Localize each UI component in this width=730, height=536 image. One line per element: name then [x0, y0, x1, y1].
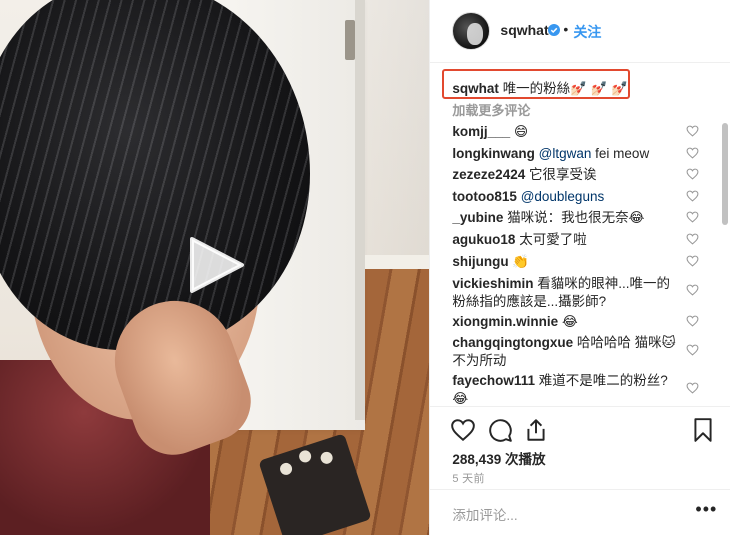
comment-mention[interactable]: @ltgwan	[539, 146, 592, 161]
comment-row: longkinwang @ltgwan fei meow	[452, 145, 682, 163]
comment-username[interactable]: changqingtongxue	[452, 335, 573, 350]
separator-dot: •	[563, 21, 569, 37]
heart-icon[interactable]	[686, 190, 699, 202]
heart-icon[interactable]	[450, 417, 476, 443]
view-count[interactable]: 288,439 次播放	[452, 448, 545, 468]
comment-username[interactable]: _yubine	[452, 210, 503, 225]
heart-icon[interactable]	[686, 284, 699, 296]
comments-list[interactable]: sqwhat 唯一的粉絲💅🏻 💅🏻 💅🏻 加载更多评论 komjj___ 😄 l…	[430, 63, 730, 406]
comment-row: vickieshimin 看貓咪的眼神...唯一的粉絲指的應該是...攝影師?	[452, 275, 682, 311]
heart-icon[interactable]	[686, 147, 699, 159]
heart-icon[interactable]	[686, 315, 699, 327]
comment-row: changqingtongxue 哈哈哈哈 猫咪🐱不为所动	[452, 334, 682, 370]
comments-scrollbar[interactable]	[722, 123, 729, 225]
heart-icon[interactable]	[686, 382, 699, 394]
comment-input[interactable]	[450, 504, 685, 526]
action-bar: 288,439 次播放 5 天前	[430, 406, 730, 487]
avatar[interactable]	[452, 12, 491, 50]
comment-username[interactable]: fayechow111	[452, 373, 535, 388]
comment-username[interactable]: komjj___	[452, 124, 510, 139]
comment-row: agukuo18 太可愛了啦	[452, 231, 682, 249]
comment-username[interactable]: tootoo815	[452, 189, 517, 204]
comment-text: fei meow	[595, 146, 650, 161]
heart-icon[interactable]	[686, 168, 699, 180]
comment-row: shijungu 👏	[452, 253, 682, 271]
post-side-panel: sqwhat • 关注 sqwhat 唯一的粉絲💅🏻 💅🏻 💅🏻 加载更多评论 …	[429, 0, 730, 535]
heart-icon[interactable]	[686, 211, 699, 223]
comment-row: zezeze2424 它很享受诶	[452, 166, 682, 184]
comment-username[interactable]: longkinwang	[452, 146, 535, 161]
follow-button[interactable]: 关注	[573, 22, 601, 42]
heart-icon[interactable]	[686, 233, 699, 245]
post-timestamp[interactable]: 5 天前	[452, 470, 484, 486]
comment-row: xiongmin.winnie 😂	[452, 313, 682, 331]
comment-username[interactable]: xiongmin.winnie	[452, 314, 558, 329]
comment-text: 😂	[561, 314, 578, 329]
comment-username[interactable]: vickieshimin	[452, 276, 533, 291]
comment-text: 猫咪说：我也很无奈😂	[507, 210, 645, 225]
heart-icon[interactable]	[686, 255, 699, 267]
comment-row: tootoo815 @doubleguns	[452, 188, 682, 206]
play-icon[interactable]	[186, 235, 246, 295]
comment-row: fayechow111 难道不是唯二的粉丝?😂	[452, 372, 682, 406]
heart-icon[interactable]	[686, 125, 699, 137]
caption-username[interactable]: sqwhat	[452, 81, 499, 96]
comment-username[interactable]: zezeze2424	[452, 167, 525, 182]
share-icon[interactable]	[523, 417, 549, 443]
comment-composer: •••	[430, 489, 730, 536]
caption: sqwhat 唯一的粉絲💅🏻 💅🏻 💅🏻	[452, 77, 628, 97]
comment-icon[interactable]	[487, 417, 513, 443]
comment-text: 😄	[513, 124, 529, 139]
instagram-post: sqwhat • 关注 sqwhat 唯一的粉絲💅🏻 💅🏻 💅🏻 加载更多评论 …	[0, 0, 730, 535]
video-player[interactable]	[0, 0, 430, 535]
comment-text: 它很享受诶	[528, 167, 597, 182]
post-header: sqwhat • 关注	[430, 0, 730, 63]
comment-row: komjj___ 😄	[452, 123, 682, 141]
load-more-comments-button[interactable]: 加载更多评论	[452, 100, 530, 119]
caption-text: 唯一的粉絲💅🏻 💅🏻 💅🏻	[502, 81, 629, 96]
verified-badge-icon	[548, 24, 561, 36]
comment-row: _yubine 猫咪说：我也很无奈😂	[452, 209, 682, 227]
comment-username[interactable]: shijungu	[452, 254, 508, 269]
comment-mention[interactable]: @doubleguns	[521, 189, 605, 204]
header-username[interactable]: sqwhat	[500, 22, 548, 38]
comment-username[interactable]: agukuo18	[452, 232, 515, 247]
more-options-icon[interactable]: •••	[695, 500, 717, 518]
heart-icon[interactable]	[686, 344, 699, 356]
comment-text: 👏	[512, 254, 530, 269]
bookmark-icon[interactable]	[690, 417, 716, 443]
comment-text: 太可愛了啦	[519, 232, 587, 247]
